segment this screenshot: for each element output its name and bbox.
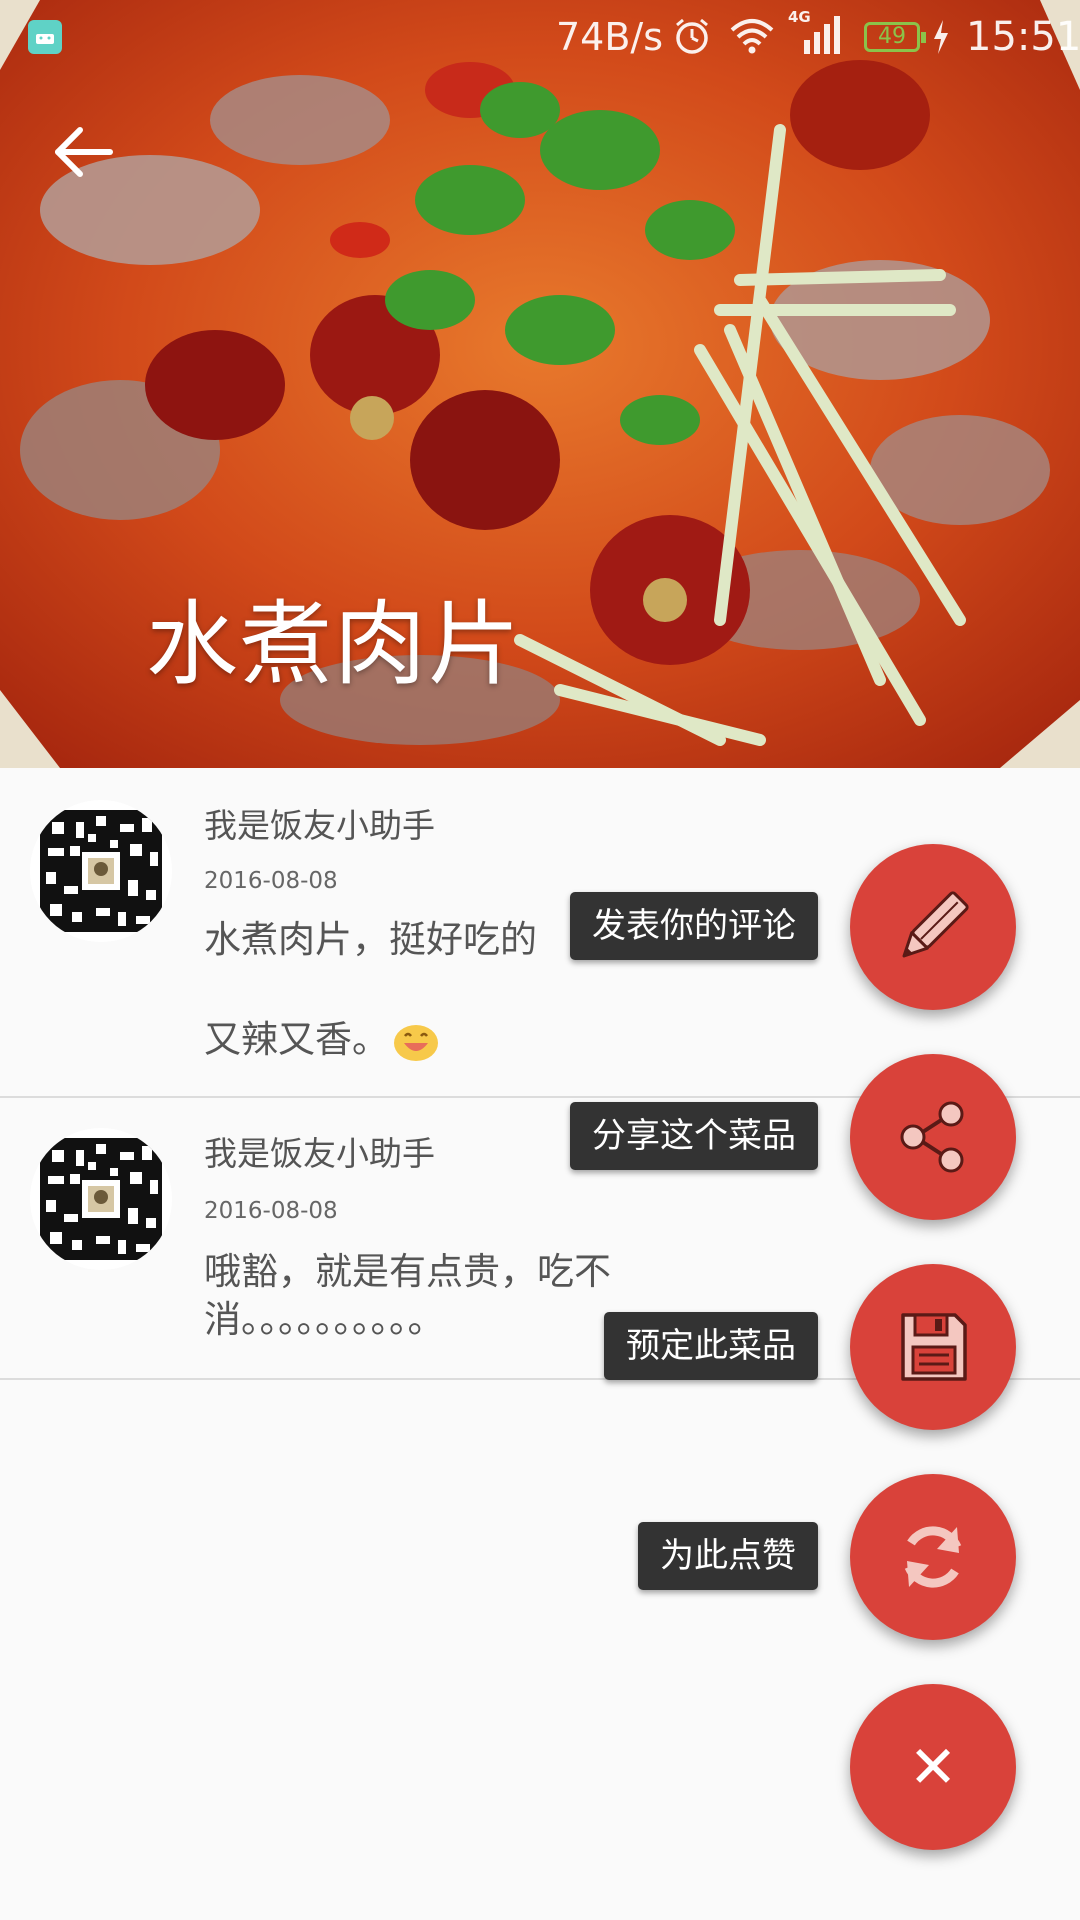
status-bar: 74B/s 4G 49 15:51 (0, 0, 1080, 72)
android-notification-icon (28, 20, 62, 54)
refresh-icon (904, 1526, 962, 1588)
like-fab-button[interactable] (850, 1474, 1016, 1640)
wifi-icon (730, 19, 774, 54)
alarm-icon (676, 18, 708, 54)
avatar (30, 1128, 172, 1270)
fab-label-share[interactable]: 分享这个菜品 (570, 1102, 818, 1170)
back-arrow-icon[interactable] (44, 112, 124, 192)
signal-icon (804, 16, 840, 54)
clock: 15:51 (966, 14, 1080, 60)
dish-detail-screen: 74B/s 4G 49 15:51 水煮肉片 我是饭友小助手 2016-08-0… (0, 0, 1080, 1920)
network-speed: 74B/s (556, 15, 664, 59)
close-fab-button[interactable]: ✕ (850, 1684, 1016, 1850)
comment-date: 2016-08-08 (204, 868, 338, 894)
dish-title: 水煮肉片 (146, 591, 523, 698)
smiling-emoji-icon (394, 1024, 438, 1061)
fab-label-reserve[interactable]: 预定此菜品 (604, 1312, 818, 1380)
fab-label-like[interactable]: 为此点赞 (638, 1522, 818, 1590)
close-icon: ✕ (908, 1733, 958, 1801)
share-icon (900, 1101, 964, 1173)
avatar (30, 800, 172, 942)
comment-text-line: 又辣又香。 (204, 1018, 389, 1061)
comment-author: 我是饭友小助手 (204, 806, 435, 845)
share-fab-button[interactable] (850, 1054, 1016, 1220)
comment-date: 2016-08-08 (204, 1198, 338, 1224)
reserve-fab-button[interactable] (850, 1264, 1016, 1430)
charging-icon (934, 20, 948, 54)
fab-label-comment[interactable]: 发表你的评论 (570, 892, 818, 960)
pencil-icon (902, 891, 969, 958)
save-icon (901, 1313, 967, 1381)
battery-icon: 49 (864, 22, 926, 52)
comment-text-line: 水煮肉片，挺好吃的 (204, 918, 537, 961)
dish-header: 74B/s 4G 49 15:51 水煮肉片 (0, 0, 1080, 768)
comment-text: 哦豁，就是有点贵，吃不消。。。。。。。。。。 (204, 1250, 611, 1341)
comment-author: 我是饭友小助手 (204, 1134, 435, 1173)
comment-fab-button[interactable] (850, 844, 1016, 1010)
comment-text: 又辣又香。 (204, 1016, 674, 1064)
